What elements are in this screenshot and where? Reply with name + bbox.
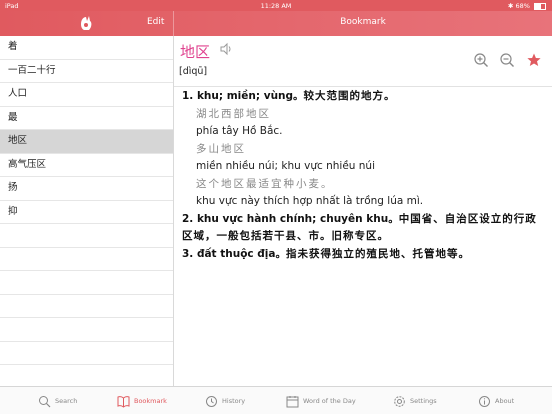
definition-1: 1. khu; miền; vùng。较大范围的地方。 (182, 88, 542, 106)
empty-row (0, 248, 173, 271)
battery-indicator: ✱ 68% (508, 2, 546, 10)
definition-zh: 指未获得独立的殖民地、托管地等。 (286, 247, 470, 260)
headword: 地区 (180, 43, 211, 61)
sidebar-item[interactable]: 最 (0, 107, 173, 130)
definition-number: 3. (182, 247, 194, 260)
tab-label: Settings (410, 397, 437, 405)
battery-icon (534, 2, 546, 10)
definition-vi: đất thuộc địa。 (196, 247, 286, 260)
definition-content: 1. khu; miền; vùng。较大范围的地方。 湖北西部地区 phía … (182, 88, 542, 263)
example-zh: 湖北西部地区 (196, 107, 271, 120)
tab-search[interactable]: Search (38, 392, 77, 410)
tab-about[interactable]: About (478, 392, 514, 410)
example-vi: miền nhiều núi; khu vực nhiều núi (196, 160, 375, 172)
definition-number: 1. (182, 90, 194, 102)
bookmark-star-icon[interactable] (526, 52, 542, 68)
empty-row (0, 224, 173, 248)
tab-label: Search (55, 397, 78, 405)
definition-2: 2. khu vực hành chính; chuyên khu。中国省、自治… (182, 211, 542, 246)
zoom-out-icon[interactable] (499, 52, 515, 68)
definition-zh: 较大范围的地方。 (303, 90, 396, 102)
empty-row (0, 295, 173, 318)
sidebar-item[interactable]: 扬 (0, 177, 173, 201)
pinyin: [dìqū] (179, 66, 208, 77)
sidebar-item[interactable]: 地区 (0, 130, 173, 154)
page-title: Bookmark (340, 17, 386, 27)
navigation-bar: Edit Bookmark (0, 11, 552, 36)
speaker-icon[interactable] (219, 42, 233, 56)
info-icon (479, 395, 490, 407)
sidebar-item[interactable]: 抑 (0, 201, 173, 224)
gear-icon (394, 395, 405, 407)
tab-label: History (222, 397, 246, 405)
sidebar-item[interactable]: 着 (0, 36, 173, 60)
example-vi: phía tây Hồ Bắc. (196, 125, 283, 137)
tab-bar: Search Bookmark History Word of the Day … (0, 386, 552, 414)
app-logo-icon (81, 16, 92, 30)
book-icon (117, 395, 130, 408)
definition-number: 2. (182, 212, 194, 225)
tab-bookmark[interactable]: Bookmark (117, 392, 167, 410)
tab-settings[interactable]: Settings (393, 392, 437, 410)
tab-history[interactable]: History (205, 392, 245, 410)
definition-vi: khu; miền; vùng。 (196, 90, 304, 102)
status-bar: iPad 11:28 AM ✱ 68% (0, 0, 552, 11)
empty-row (0, 365, 173, 389)
empty-row (0, 342, 173, 365)
tab-label: Bookmark (134, 397, 167, 405)
definition-vi: khu vực hành chính; chuyên khu。 (196, 212, 399, 225)
sidebar-item[interactable]: 人口 (0, 83, 173, 107)
calendar-icon (286, 395, 299, 407)
entry-detail: 地区 [dìqū] 1. khu; miền; vùng。较大范围的地方。 湖北… (174, 36, 552, 386)
battery-percent: 68% (515, 2, 530, 10)
example-vi: khu vực này thích hợp nhất là trồng lúa … (196, 195, 424, 207)
header-divider (174, 86, 552, 87)
tab-label: About (495, 397, 515, 405)
edit-button[interactable]: Edit (147, 17, 164, 27)
definition-3: 3. đất thuộc địa。指未获得独立的殖民地、托管地等。 (182, 246, 542, 264)
empty-row (0, 318, 173, 342)
sidebar-item[interactable]: 一百二十行 (0, 60, 173, 83)
tab-word-of-the-day[interactable]: Word of the Day (286, 392, 356, 410)
clock-icon (206, 395, 217, 407)
search-icon (39, 395, 51, 407)
example-zh: 这个地区最适宜种小麦。 (196, 177, 334, 190)
clock: 11:28 AM (260, 2, 292, 10)
sidebar-item[interactable]: 高气压区 (0, 154, 173, 177)
example-zh: 多山地区 (196, 142, 246, 155)
bookmark-list[interactable]: 着一百二十行 人口最地区 高气压区扬抑 (0, 36, 174, 389)
zoom-in-icon[interactable] (473, 52, 489, 68)
empty-row (0, 271, 173, 295)
tab-label: Word of the Day (303, 397, 356, 405)
